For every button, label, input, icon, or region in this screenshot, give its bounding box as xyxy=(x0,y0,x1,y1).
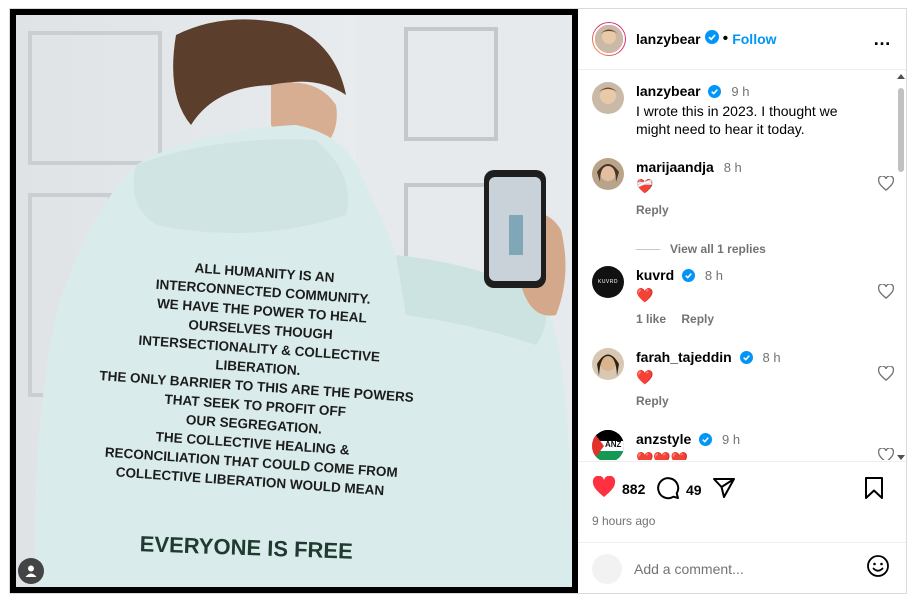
comment-time: 8 h xyxy=(762,350,781,365)
post-sidebar: lanzybear • Follow … lanzybear 9 h I wro… xyxy=(578,9,906,593)
commenter-avatar[interactable]: KUVRD xyxy=(592,266,624,298)
post-actions: 882 49 9 hours ago xyxy=(578,461,906,542)
post-header: lanzybear • Follow … xyxy=(578,9,906,70)
caption-time: 9 h xyxy=(731,84,750,99)
comment-time: 8 h xyxy=(704,268,723,283)
comment-icon[interactable] xyxy=(656,476,680,503)
comment-username[interactable]: anzstyle xyxy=(636,431,691,447)
comments-list[interactable]: lanzybear 9 h I wrote this in 2023. I th… xyxy=(578,70,906,460)
post-media[interactable]: ALL HUMANITY IS AN INTERCONNECTED COMMUNI… xyxy=(10,9,578,593)
commenter-avatar-text: KUVRD xyxy=(597,279,618,285)
heart-filled-icon[interactable] xyxy=(592,475,616,501)
reply-button[interactable]: Reply xyxy=(681,312,714,326)
verified-badge-icon xyxy=(699,432,713,450)
add-comment-bar: Add a comment... xyxy=(578,542,906,594)
like-button[interactable]: 882 xyxy=(592,475,645,501)
separator-dot: • xyxy=(722,30,729,47)
author-avatar-ring[interactable] xyxy=(592,22,626,56)
comments-scrollbar[interactable] xyxy=(896,72,905,460)
comment-likes[interactable]: 1 like xyxy=(636,312,666,326)
scroll-up-icon[interactable] xyxy=(897,74,905,79)
commenter-avatar[interactable] xyxy=(592,348,624,380)
author-avatar[interactable] xyxy=(593,23,625,55)
comment-text: ❤️ xyxy=(636,369,654,385)
bookmark-icon[interactable] xyxy=(864,476,884,503)
post-photo: ALL HUMANITY IS ANINTERCONNECTED COMMUNI… xyxy=(16,15,572,587)
verified-badge-icon xyxy=(682,268,696,286)
author-username[interactable]: lanzybear xyxy=(636,31,701,47)
comment-username[interactable]: kuvrd xyxy=(636,267,674,283)
verified-badge-icon xyxy=(704,29,719,49)
caption-text: I wrote this in 2023. I thought we might… xyxy=(636,103,838,137)
share-icon[interactable] xyxy=(712,476,736,503)
current-user-avatar xyxy=(592,553,622,584)
save-button[interactable] xyxy=(864,476,884,503)
scrollbar-thumb[interactable] xyxy=(898,88,904,172)
verified-badge-icon xyxy=(708,84,722,102)
like-comment-icon[interactable] xyxy=(877,175,895,196)
verified-badge-icon xyxy=(739,350,753,368)
share-button[interactable] xyxy=(712,476,736,503)
replies-divider xyxy=(636,248,660,250)
caption-avatar[interactable] xyxy=(592,82,624,114)
more-options-icon[interactable]: … xyxy=(873,29,892,50)
commenter-avatar[interactable] xyxy=(592,158,624,190)
commenter-avatar[interactable]: ANZ xyxy=(592,430,624,460)
view-replies-label[interactable]: View all 1 replies xyxy=(670,242,766,256)
post-timestamp[interactable]: 9 hours ago xyxy=(592,514,655,528)
like-comment-icon[interactable] xyxy=(877,447,895,460)
like-count[interactable]: 882 xyxy=(622,481,645,497)
caption-username[interactable]: lanzybear xyxy=(636,83,701,99)
like-comment-icon[interactable] xyxy=(877,365,895,386)
comment-input[interactable]: Add a comment... xyxy=(634,561,866,577)
comment-username[interactable]: marijaandja xyxy=(636,159,714,175)
comment-time: 8 h xyxy=(723,160,742,175)
comment-text: ❤️❤️❤️ xyxy=(636,451,689,460)
scroll-down-icon[interactable] xyxy=(897,455,905,460)
view-replies-button[interactable]: View all 1 replies xyxy=(636,242,766,256)
emoji-icon[interactable] xyxy=(866,554,890,583)
comment-time: 9 h xyxy=(722,432,741,447)
like-comment-icon[interactable] xyxy=(877,283,895,304)
comment-count[interactable]: 49 xyxy=(686,482,702,498)
comment-button[interactable]: 49 xyxy=(656,476,702,503)
tag-user-icon[interactable] xyxy=(18,558,44,584)
commenter-avatar-text: ANZ xyxy=(605,440,622,449)
comment-text: ❤️‍🩹 xyxy=(636,178,654,194)
follow-button[interactable]: Follow xyxy=(732,31,776,47)
reply-button[interactable]: Reply xyxy=(636,203,669,217)
post-dialog: ALL HUMANITY IS AN INTERCONNECTED COMMUNI… xyxy=(9,8,907,594)
comment-username[interactable]: farah_tajeddin xyxy=(636,349,732,365)
comment-text: ❤️ xyxy=(636,287,654,303)
reply-button[interactable]: Reply xyxy=(636,394,669,408)
